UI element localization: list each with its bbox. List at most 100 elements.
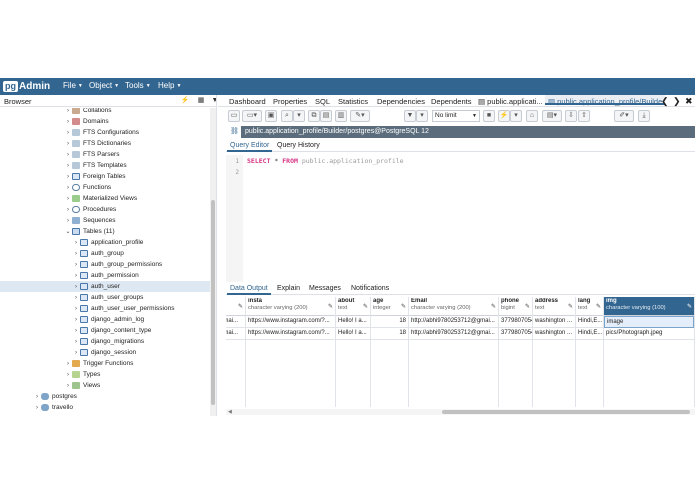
- grid-cell[interactable]: gmai...: [226, 316, 245, 328]
- grid-cell[interactable]: 18: [371, 328, 408, 340]
- tree-item[interactable]: › Foreign Tables: [0, 171, 210, 182]
- chevron-right-icon[interactable]: ›: [64, 141, 72, 147]
- edit-icon[interactable]: ✎▾: [350, 110, 370, 122]
- chevron-right-icon[interactable]: ›: [72, 328, 80, 334]
- chevron-right-icon[interactable]: ›: [72, 306, 80, 312]
- scroll-left-icon[interactable]: ◀: [228, 409, 232, 415]
- tree-item[interactable]: › Functions: [0, 182, 210, 193]
- chevron-right-icon[interactable]: ›: [64, 152, 72, 158]
- tree-item[interactable]: › auth_user: [0, 281, 210, 292]
- grid-cell[interactable]: https://www.instagram.com/?...: [246, 316, 335, 328]
- tree-item[interactable]: › auth_group_permissions: [0, 259, 210, 270]
- chevron-right-icon[interactable]: ›: [64, 108, 72, 114]
- pencil-icon[interactable]: ✎: [687, 303, 692, 310]
- tab-query-history[interactable]: Query History: [274, 141, 323, 152]
- pencil-icon[interactable]: ✎: [363, 303, 368, 310]
- column-header[interactable]: Email character varying (200) ✎: [409, 297, 498, 316]
- chevron-right-icon[interactable]: ›: [72, 295, 80, 301]
- chevron-right-icon[interactable]: ›: [64, 196, 72, 202]
- grid-cell[interactable]: https://www.instagram.com/?...: [246, 328, 335, 340]
- copy-icon[interactable]: ⧉: [308, 110, 320, 122]
- tree-item[interactable]: › FTS Templates: [0, 160, 210, 171]
- macros-icon[interactable]: ▤▾: [542, 110, 562, 122]
- find-dropdown-icon[interactable]: ▾: [293, 110, 305, 122]
- chevron-right-icon[interactable]: ›: [64, 130, 72, 136]
- filter-dropdown-icon[interactable]: ▾: [416, 110, 428, 122]
- menu-tools[interactable]: Tools ▼: [125, 81, 151, 90]
- tab-query-editor[interactable]: Query Editor: [227, 141, 273, 152]
- tree-item[interactable]: › auth_user_user_permissions: [0, 303, 210, 314]
- chevron-down-icon[interactable]: ⌄: [64, 228, 72, 235]
- sql-editor[interactable]: 1 2 SELECT * FROM public.application_pro…: [226, 155, 695, 283]
- row-limit-select[interactable]: No limit ▼: [432, 110, 480, 122]
- stop-icon[interactable]: ■: [483, 110, 495, 122]
- tree-item[interactable]: ⌄ Tables (11): [0, 226, 210, 237]
- tab-query-1[interactable]: ▤ public.applicati...: [478, 97, 543, 106]
- tab-sql[interactable]: SQL: [315, 97, 330, 106]
- tree-item[interactable]: › Views: [0, 380, 210, 391]
- chevron-right-icon[interactable]: ›: [72, 251, 80, 257]
- column-header[interactable]: address text ✎: [533, 297, 575, 316]
- tree-item[interactable]: › FTS Dictionaries: [0, 138, 210, 149]
- tree-item[interactable]: › django_session: [0, 347, 210, 358]
- grid-cell[interactable]: Hello! I a...: [336, 316, 370, 328]
- tree-item[interactable]: › Sequences: [0, 215, 210, 226]
- column-header[interactable]: age integer ✎: [371, 297, 408, 316]
- paste-icon[interactable]: ▤: [320, 110, 332, 122]
- tree-scrollbar[interactable]: [210, 108, 216, 416]
- chevron-right-icon[interactable]: ›: [64, 119, 72, 125]
- explain-icon[interactable]: ⌂: [526, 110, 538, 122]
- menu-object[interactable]: Object ▼: [89, 81, 119, 90]
- tree-item[interactable]: › FTS Configurations: [0, 127, 210, 138]
- tree-item[interactable]: › auth_group: [0, 248, 210, 259]
- pencil-icon[interactable]: ✎: [568, 303, 573, 310]
- tree-item[interactable]: › Materialized Views: [0, 193, 210, 204]
- filter-icon[interactable]: ▼: [210, 96, 216, 106]
- chevron-right-icon[interactable]: ›: [33, 394, 41, 400]
- tab-dependencies[interactable]: Dependencies: [377, 97, 425, 106]
- tab-query-active[interactable]: ▤ public.application_profile/Builde: [545, 95, 666, 106]
- grid-cell[interactable]: 3779807054: [499, 328, 532, 340]
- tab-scroll-left-icon[interactable]: ❮: [661, 96, 669, 107]
- grid-cell[interactable]: Hindi,E...: [576, 316, 603, 328]
- link-icon[interactable]: ⛓: [230, 127, 239, 135]
- grid-cell[interactable]: washington ...: [533, 316, 575, 328]
- chevron-right-icon[interactable]: ›: [33, 405, 41, 411]
- open-file-icon[interactable]: ▭: [228, 110, 240, 122]
- pencil-icon[interactable]: ✎: [401, 303, 406, 310]
- find-icon[interactable]: ⌕: [281, 110, 293, 122]
- column-header[interactable]: phone bigint ✎: [499, 297, 532, 316]
- column-header[interactable]: about text ✎: [336, 297, 370, 316]
- tab-statistics[interactable]: Statistics: [338, 97, 368, 106]
- rollback-icon[interactable]: ⇧: [578, 110, 590, 122]
- tree-item[interactable]: › FTS Parsers: [0, 149, 210, 160]
- grid-cell[interactable]: washington ...: [533, 328, 575, 340]
- tree-item[interactable]: › Collations: [0, 108, 210, 116]
- tree-item[interactable]: › postgres: [0, 391, 210, 402]
- chevron-right-icon[interactable]: ›: [64, 383, 72, 389]
- grid-cell[interactable]: gmai...: [226, 328, 245, 340]
- menu-file[interactable]: File ▼: [63, 81, 83, 90]
- save-file-icon[interactable]: ▭▾: [242, 110, 262, 122]
- connection-label[interactable]: public.application_profile/Builder/postg…: [241, 126, 695, 138]
- pencil-icon[interactable]: ✎: [491, 303, 496, 310]
- chevron-right-icon[interactable]: ›: [64, 218, 72, 224]
- filter-icon[interactable]: ▼: [404, 110, 416, 122]
- column-header[interactable]: lang text ✎: [576, 297, 603, 316]
- chevron-right-icon[interactable]: ›: [64, 207, 72, 213]
- tree-item[interactable]: › travello: [0, 402, 210, 413]
- tab-messages[interactable]: Messages: [306, 283, 344, 295]
- grid-cell[interactable]: pics/Photograph.jpeg: [604, 328, 694, 340]
- tab-notifications[interactable]: Notifications: [348, 283, 392, 295]
- tab-scroll-right-icon[interactable]: ❯: [673, 96, 681, 107]
- grid-cell[interactable]: image: [604, 316, 694, 328]
- pencil-icon[interactable]: ✎: [328, 303, 333, 310]
- chevron-right-icon[interactable]: ›: [72, 262, 80, 268]
- grid-cell[interactable]: 3779807054: [499, 316, 532, 328]
- tree-item[interactable]: › django_admin_log: [0, 314, 210, 325]
- tree-item[interactable]: › application_profile: [0, 237, 210, 248]
- tree-item[interactable]: › django_migrations: [0, 336, 210, 347]
- grid-cell[interactable]: Hello! I a...: [336, 328, 370, 340]
- commit-icon[interactable]: ⇩: [565, 110, 577, 122]
- delete-icon[interactable]: ▥: [335, 110, 347, 122]
